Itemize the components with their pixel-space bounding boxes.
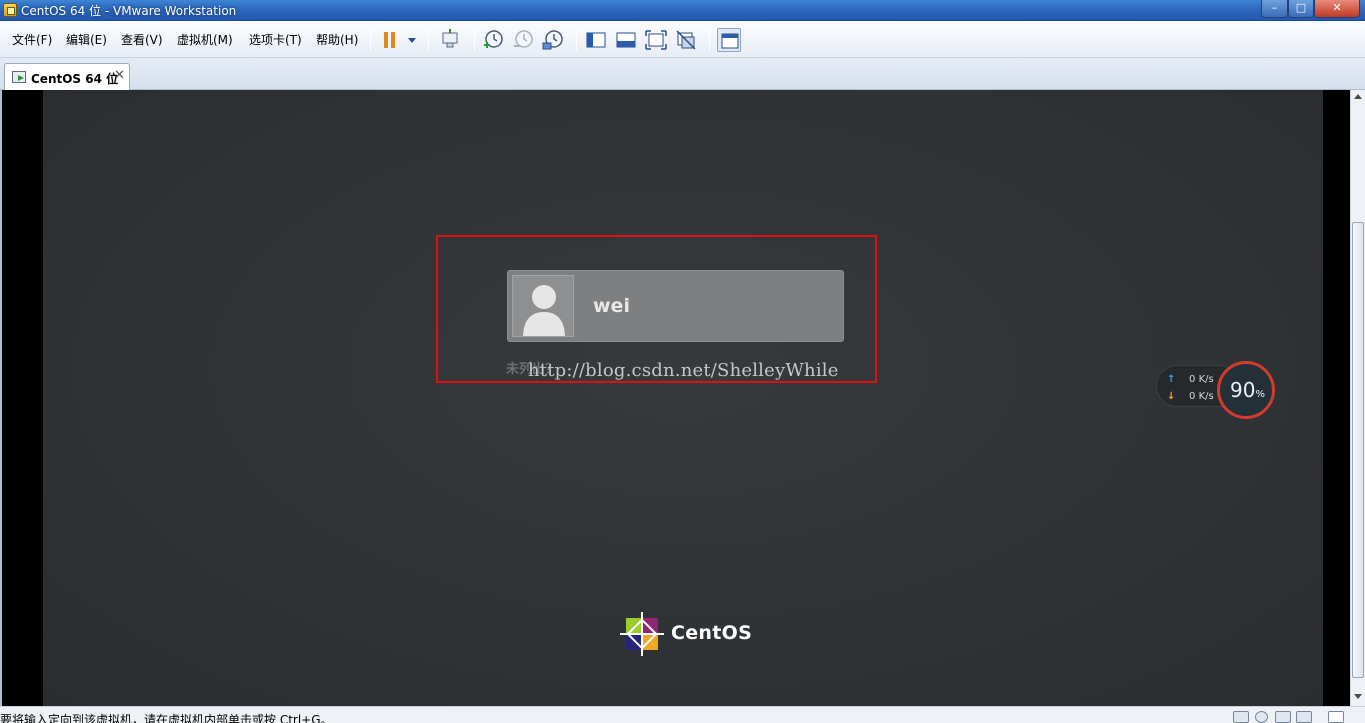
console-view-icon[interactable] [717,28,741,52]
menu-edit[interactable]: 编辑(E) [66,31,107,48]
download-arrow-icon: ↓ [1167,391,1176,402]
snapshot-revert-icon[interactable] [511,28,535,52]
toolbar-separator [709,29,710,51]
snapshot-take-icon[interactable] [481,28,505,52]
vmware-app-icon [3,3,17,17]
dropdown-icon[interactable] [400,28,416,52]
fullscreen-icon[interactable] [644,28,668,52]
toolbar-separator [474,29,475,51]
tab-strip: CentOS 64 位 ✕ [0,58,1365,90]
menu-toolbar: 文件(F) 编辑(E) 查看(V) 虚拟机(M) 选项卡(T) 帮助(H) [0,21,1365,58]
status-bar: 要将输入定向到该虚拟机，请在虚拟机内部单击或按 Ctrl+G。 [0,706,1365,723]
upload-arrow-icon: ↑ [1167,374,1176,385]
send-ctrl-alt-del-icon[interactable] [438,28,462,52]
show-sidebar-icon[interactable] [584,28,608,52]
upload-speed: ↑ 0 K/s [1167,374,1214,385]
download-value: 0 [1189,391,1196,402]
title-bar: CentOS 64 位 - VMware Workstation – □ ✕ [0,0,1365,21]
memory-usage-gauge[interactable]: 90% [1217,361,1275,419]
network-speed-widget[interactable]: ↑ 0 K/s ↓ 0 K/s 90% [1156,361,1276,419]
menu-view[interactable]: 查看(V) [121,31,163,48]
usb-device-icon[interactable] [1296,711,1312,723]
scroll-down-icon[interactable] [1354,694,1362,699]
tab-close-icon[interactable]: ✕ [114,68,125,83]
centos-logo-icon [620,612,664,656]
scroll-up-icon[interactable] [1354,94,1362,99]
pause-icon[interactable] [378,28,402,52]
cd-drive-icon[interactable] [1255,711,1268,723]
vm-screen[interactable]: wei 未列出？ CentOS [43,90,1323,706]
toolbar-separator [370,29,371,51]
menu-help[interactable]: 帮助(H) [316,31,358,48]
gauge-unit: % [1255,389,1265,400]
menu-file[interactable]: 文件(F) [12,31,52,48]
scrollbar-thumb[interactable] [1352,222,1364,678]
vertical-scrollbar[interactable] [1350,90,1365,706]
message-log-icon[interactable] [1328,711,1344,723]
status-message: 要将输入定向到该虚拟机，请在虚拟机内部单击或按 Ctrl+G。 [0,713,333,723]
unity-icon[interactable] [674,28,698,52]
vm-running-icon [12,71,26,83]
download-speed: ↓ 0 K/s [1167,391,1214,402]
snapshot-manager-icon[interactable] [541,28,565,52]
maximize-button[interactable]: □ [1288,0,1314,18]
window-title: CentOS 64 位 - VMware Workstation [21,4,237,18]
minimize-button[interactable]: – [1261,0,1288,18]
menu-tabs[interactable]: 选项卡(T) [249,31,302,48]
tab-label: CentOS 64 位 [31,72,119,86]
gauge-value: 90% [1230,378,1265,402]
quick-switch-icon[interactable] [614,28,638,52]
tab-centos[interactable]: CentOS 64 位 ✕ [4,63,130,90]
download-unit: K/s [1198,391,1214,402]
hard-disk-icon[interactable] [1233,711,1249,723]
close-button[interactable]: ✕ [1314,0,1360,18]
centos-brand-text: CentOS [671,622,753,644]
menu-vm[interactable]: 虚拟机(M) [177,31,233,48]
gauge-number: 90 [1230,378,1256,402]
upload-value: 0 [1189,374,1196,385]
toolbar-separator [428,29,429,51]
network-adapter-icon[interactable] [1275,711,1291,723]
upload-unit: K/s [1198,374,1214,385]
toolbar-separator [576,29,577,51]
highlight-annotation-box [436,235,877,383]
